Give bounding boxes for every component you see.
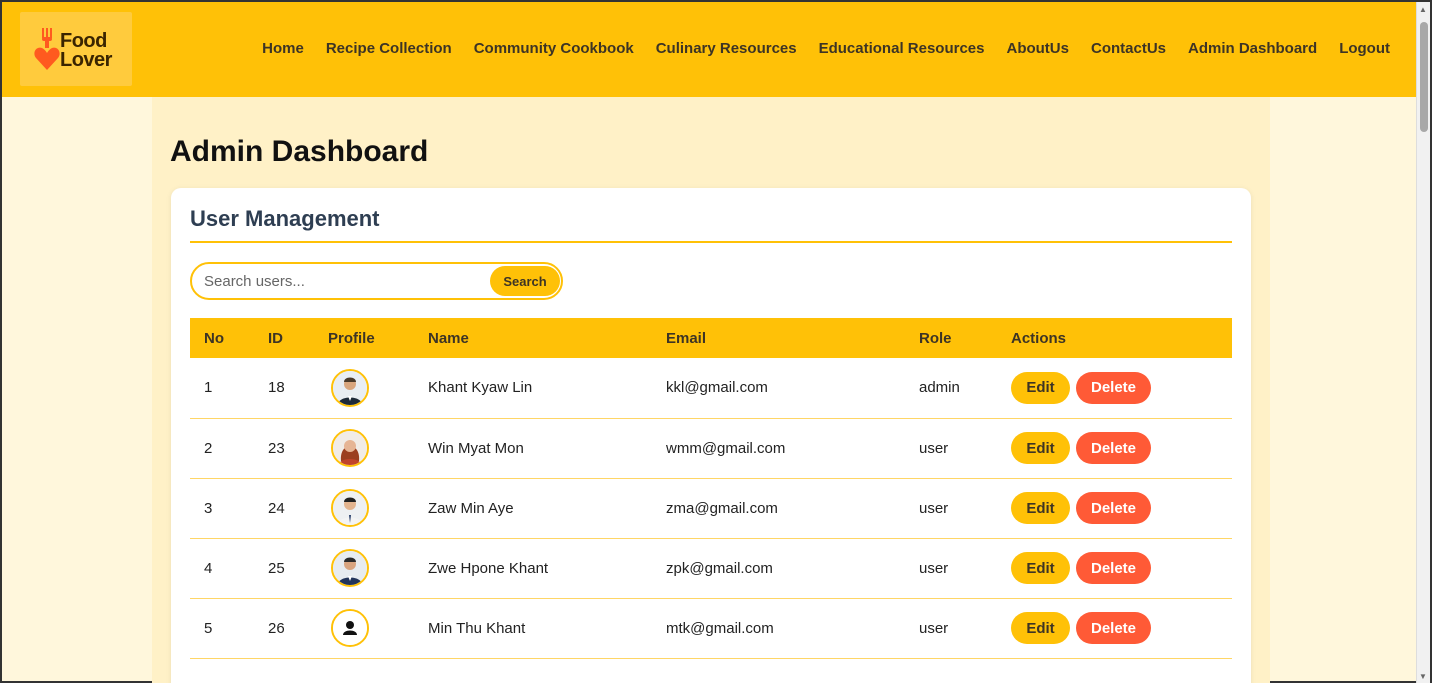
cell-actions: Edit Delete [997, 418, 1232, 479]
table-row: 1 18 Khant Kyaw Lin kkl@gmail.com admin … [190, 358, 1232, 419]
cell-id: 24 [254, 478, 314, 539]
section-title: User Management [190, 206, 380, 231]
default-person-icon [331, 609, 369, 647]
top-navbar: Food Lover Home Recipe Collection Commun… [2, 2, 1418, 97]
cell-no: 2 [190, 418, 254, 479]
search-button[interactable]: Search [490, 266, 560, 296]
fork-heart-logo-icon [34, 28, 60, 70]
nav-culinary-resources[interactable]: Culinary Resources [656, 40, 797, 57]
delete-button[interactable]: Delete [1076, 552, 1151, 584]
cell-role: user [905, 418, 997, 479]
table-row: 3 24 Zaw Min Aye zma@gmail.com user Edit… [190, 478, 1232, 539]
cell-id: 23 [254, 418, 314, 479]
column-header-profile: Profile [314, 318, 414, 358]
users-table: No ID Profile Name Email Role Actions 1 … [190, 318, 1232, 659]
edit-button[interactable]: Edit [1011, 612, 1070, 644]
column-header-name: Name [414, 318, 652, 358]
column-header-no: No [190, 318, 254, 358]
cell-name: Zwe Hpone Khant [414, 538, 652, 599]
scroll-up-icon[interactable]: ▲ [1419, 6, 1427, 14]
section-divider [190, 241, 1232, 243]
column-header-id: ID [254, 318, 314, 358]
cell-email: zma@gmail.com [652, 478, 905, 539]
scroll-down-icon[interactable]: ▼ [1419, 673, 1427, 681]
scrollbar-thumb[interactable] [1420, 22, 1428, 132]
man-photo-avatar-icon [331, 489, 369, 527]
cell-role: user [905, 538, 997, 599]
table-header-row: No ID Profile Name Email Role Actions [190, 318, 1232, 358]
delete-button[interactable]: Delete [1076, 612, 1151, 644]
column-header-email: Email [652, 318, 905, 358]
cell-role: admin [905, 358, 997, 419]
cell-id: 25 [254, 538, 314, 599]
search-input[interactable] [204, 271, 484, 291]
nav-community-cookbook[interactable]: Community Cookbook [474, 40, 634, 57]
main-nav: Home Recipe Collection Community Cookboo… [262, 40, 1390, 57]
table-row: 5 26 Min Thu Khant mtk@gmail.com user Ed… [190, 598, 1232, 659]
cell-id: 18 [254, 358, 314, 419]
edit-button[interactable]: Edit [1011, 371, 1070, 404]
cell-role: user [905, 478, 997, 539]
cell-id: 26 [254, 598, 314, 659]
cell-role: user [905, 598, 997, 659]
page-title: Admin Dashboard [170, 135, 429, 168]
man-photo-avatar-icon [331, 368, 369, 407]
cell-name: Khant Kyaw Lin [414, 358, 652, 419]
delete-button[interactable]: Delete [1076, 492, 1151, 524]
user-management-card: User Management Search No ID Profile Nam… [171, 188, 1251, 683]
cell-name: Zaw Min Aye [414, 478, 652, 539]
cell-no: 5 [190, 598, 254, 659]
cell-no: 3 [190, 478, 254, 539]
column-header-role: Role [905, 318, 997, 358]
cell-name: Win Myat Mon [414, 418, 652, 479]
nav-about-us[interactable]: AboutUs [1006, 40, 1069, 57]
logo-text: Food Lover [60, 31, 112, 71]
cell-email: kkl@gmail.com [652, 358, 905, 419]
delete-button[interactable]: Delete [1076, 432, 1151, 464]
cell-actions: Edit Delete [997, 538, 1232, 599]
nav-logout[interactable]: Logout [1339, 40, 1390, 57]
delete-button[interactable]: Delete [1076, 371, 1151, 404]
cell-email: zpk@gmail.com [652, 538, 905, 599]
cell-actions: Edit Delete [997, 598, 1232, 659]
cell-actions: Edit Delete [997, 358, 1232, 419]
edit-button[interactable]: Edit [1011, 432, 1070, 464]
cell-name: Min Thu Khant [414, 598, 652, 659]
nav-admin-dashboard[interactable]: Admin Dashboard [1188, 40, 1317, 57]
cell-no: 4 [190, 538, 254, 599]
cell-email: wmm@gmail.com [652, 418, 905, 479]
cell-no: 1 [190, 358, 254, 419]
table-row: 4 25 Zwe Hpone Khant zpk@gmail.com user … [190, 538, 1232, 599]
logo-text-line2: Lover [60, 49, 112, 71]
search-bar: Search [190, 262, 563, 300]
food-lover-logo[interactable]: Food Lover [20, 12, 132, 86]
cell-actions: Edit Delete [997, 478, 1232, 539]
nav-home[interactable]: Home [262, 40, 304, 57]
edit-button[interactable]: Edit [1011, 492, 1070, 524]
nav-educational-resources[interactable]: Educational Resources [819, 40, 985, 57]
vertical-scrollbar[interactable]: ▲ ▼ [1416, 2, 1430, 683]
nav-recipe-collection[interactable]: Recipe Collection [326, 40, 452, 57]
man-photo-avatar-icon [331, 549, 369, 587]
edit-button[interactable]: Edit [1011, 552, 1070, 584]
column-header-actions: Actions [997, 318, 1232, 358]
woman-photo-avatar-icon [331, 429, 369, 467]
table-row: 2 23 Win Myat Mon wmm@gmail.com user Edi… [190, 418, 1232, 479]
cell-email: mtk@gmail.com [652, 598, 905, 659]
nav-contact-us[interactable]: ContactUs [1091, 40, 1166, 57]
